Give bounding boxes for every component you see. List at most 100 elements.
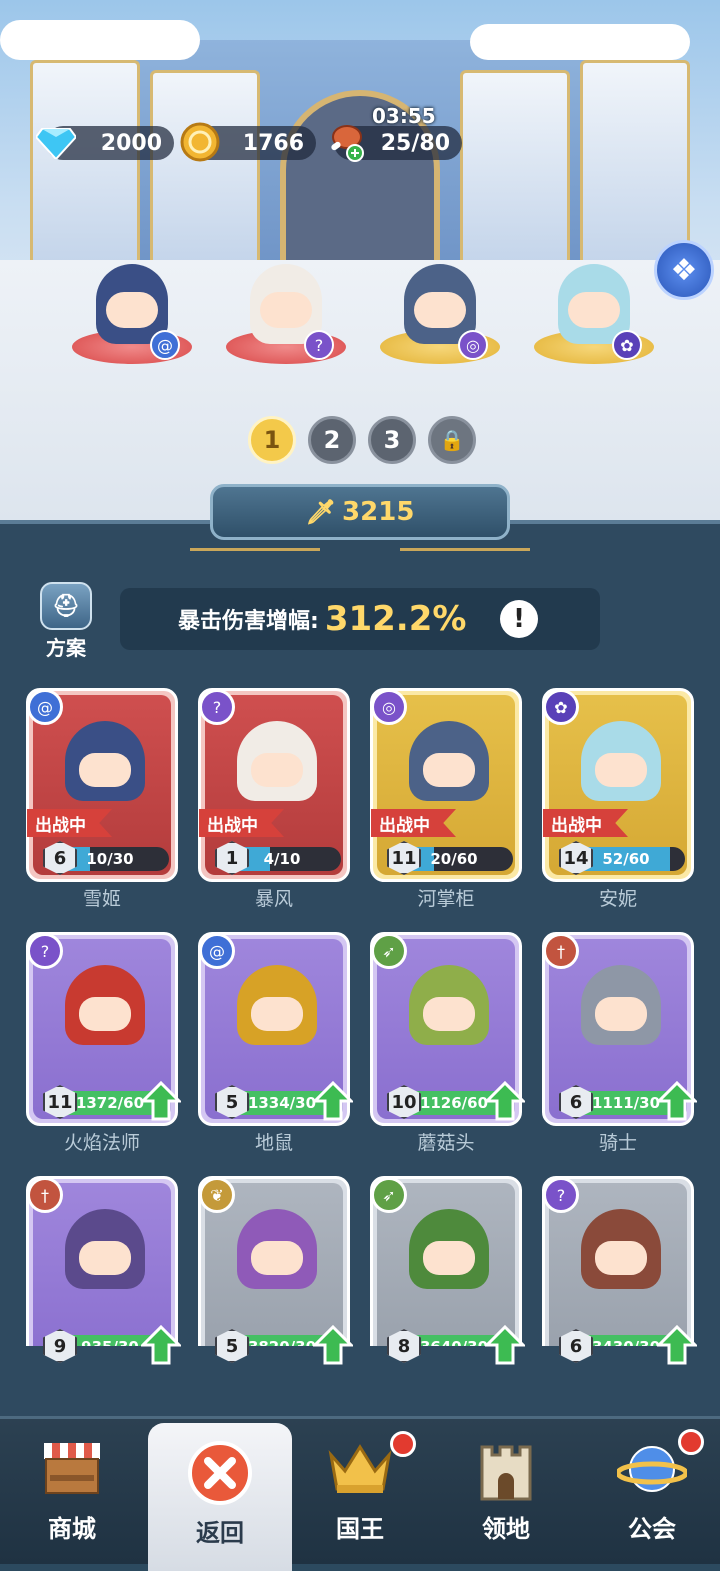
- sword-icon: †: [27, 1177, 63, 1213]
- shard-count: 4/10: [263, 850, 301, 868]
- hero-face: [414, 292, 466, 328]
- hero-face: [79, 997, 131, 1031]
- hero-face: [251, 1241, 303, 1275]
- hero-card[interactable]: † 6 1111/30: [542, 932, 697, 1126]
- nav-shop[interactable]: 商城: [0, 1419, 144, 1567]
- team-2-button[interactable]: 2: [308, 416, 356, 464]
- wand-icon: ?: [27, 933, 63, 969]
- formation-button[interactable]: ❖: [654, 240, 714, 300]
- exclamation-icon: !: [513, 604, 525, 634]
- hero-card[interactable]: ? 出战中 1 4/10: [198, 688, 350, 882]
- nav-guild-label: 公会: [628, 1515, 676, 1543]
- sword-icon: †: [543, 933, 579, 969]
- team-3-button[interactable]: 3: [368, 416, 416, 464]
- hero-card[interactable]: ? 11 1372/60: [26, 932, 181, 1126]
- upgrade-arrow-icon: [485, 1325, 525, 1365]
- castle-tower-right: [580, 60, 690, 270]
- plan-label: 方案: [46, 636, 86, 660]
- locked-team-button[interactable]: 🔒: [428, 416, 476, 464]
- hero-card-name: 暴风: [254, 888, 293, 910]
- hero-face: [79, 1241, 131, 1275]
- deployed-tag: 出战中: [27, 809, 112, 837]
- shard-count: 1334/30: [247, 1094, 317, 1112]
- hero-card[interactable]: ➶ 10 1126/60: [370, 932, 525, 1126]
- hero-card-name: 火焰法师: [63, 1132, 140, 1154]
- info-button[interactable]: !: [500, 600, 538, 638]
- hero-card[interactable]: ?63430/30: [542, 1176, 697, 1370]
- eye-icon: ◎: [458, 330, 488, 360]
- crown-icon: [325, 1437, 395, 1501]
- hero-card[interactable]: ✿ 出战中 14 52/60: [542, 688, 694, 882]
- power-value: 3215: [342, 497, 415, 527]
- paw-icon: ✿: [543, 689, 579, 725]
- hero-card-name: 安妮: [598, 888, 637, 910]
- gold-coin-icon: [178, 120, 222, 164]
- gems-value: 2000: [100, 130, 162, 156]
- notification-dot: [678, 1429, 704, 1455]
- eye-icon: ◎: [371, 689, 407, 725]
- hero-face: [260, 292, 312, 328]
- nav-king-label: 国王: [336, 1515, 384, 1543]
- shard-count: 1372/60: [75, 1094, 145, 1112]
- castle-tower-inner-right: [460, 70, 570, 270]
- diamond-grid-icon: ❖: [670, 252, 698, 288]
- hero-card[interactable]: ➶83640/30: [370, 1176, 525, 1370]
- hero-face: [423, 997, 475, 1031]
- team-2-label: 2: [323, 426, 341, 454]
- deployed-tag: 出战中: [371, 809, 456, 837]
- paw-icon: ✿: [612, 330, 642, 360]
- wand-icon: ?: [199, 689, 235, 725]
- field-hero-1[interactable]: @: [72, 254, 192, 364]
- crit-damage-bar: 暴击伤害增幅: 312.2% !: [120, 588, 600, 650]
- planet-icon: [617, 1437, 687, 1501]
- grid-clip: [0, 1346, 720, 1420]
- upgrade-arrow-icon: [657, 1325, 697, 1365]
- crit-value: 312.2%: [324, 599, 467, 639]
- stamina-value: 25/80: [380, 130, 450, 156]
- shard-count: 10/30: [86, 850, 134, 868]
- shard-count: 52/60: [602, 850, 650, 868]
- crit-label: 暴击伤害增幅:: [178, 609, 319, 634]
- field-hero-4[interactable]: ✿: [534, 254, 654, 364]
- ornament-line: [400, 548, 530, 551]
- field-hero-3[interactable]: ◎: [380, 254, 500, 364]
- castle-tower-left: [30, 60, 140, 270]
- wand-icon: ?: [543, 1177, 579, 1213]
- laurel-icon: ❦: [199, 1177, 235, 1213]
- nav-territory[interactable]: 领地: [434, 1419, 578, 1567]
- field-hero-2[interactable]: ?: [226, 254, 346, 364]
- hero-card[interactable]: ◎ 出战中 11 20/60: [370, 688, 522, 882]
- nav-back-label: 返回: [196, 1519, 244, 1547]
- stamina-timer: 03:55: [372, 104, 436, 128]
- hero-face: [251, 753, 303, 787]
- close-icon: [185, 1441, 255, 1505]
- shard-count: 1111/30: [591, 1094, 661, 1112]
- notification-dot: [390, 1431, 416, 1457]
- hero-face: [79, 753, 131, 787]
- meat-plus-icon[interactable]: [324, 120, 368, 164]
- hero-face: [251, 997, 303, 1031]
- hero-card[interactable]: ❦53820/30: [198, 1176, 353, 1370]
- hero-face: [595, 1241, 647, 1275]
- hero-card-name: 蘑菇头: [417, 1132, 475, 1154]
- shard-count: 20/60: [430, 850, 478, 868]
- snow-decoration: [0, 20, 200, 60]
- hero-card-name: 雪姬: [82, 888, 121, 910]
- hero-card-name: 骑士: [598, 1132, 637, 1154]
- bow-icon: ➶: [371, 933, 407, 969]
- hero-face: [595, 753, 647, 787]
- lock-icon: 🔒: [439, 428, 465, 452]
- deployed-tag: 出战中: [199, 809, 284, 837]
- upgrade-arrow-icon: [657, 1081, 697, 1121]
- hero-card[interactable]: †9935/30: [26, 1176, 181, 1370]
- hero-card[interactable]: @ 出战中 6 10/30: [26, 688, 178, 882]
- team-1-button[interactable]: 1: [248, 416, 296, 464]
- team-1-label: 1: [263, 426, 281, 454]
- helmet-icon: ⛑: [40, 582, 92, 630]
- spiral-icon: @: [199, 933, 235, 969]
- hero-card[interactable]: @5 1334/30: [198, 932, 353, 1126]
- ornament-line: [190, 548, 320, 551]
- plan-button[interactable]: ⛑ 方案: [36, 582, 96, 660]
- hero-card-name: 河掌柜: [417, 888, 475, 910]
- nav-back[interactable]: 返回: [148, 1423, 292, 1571]
